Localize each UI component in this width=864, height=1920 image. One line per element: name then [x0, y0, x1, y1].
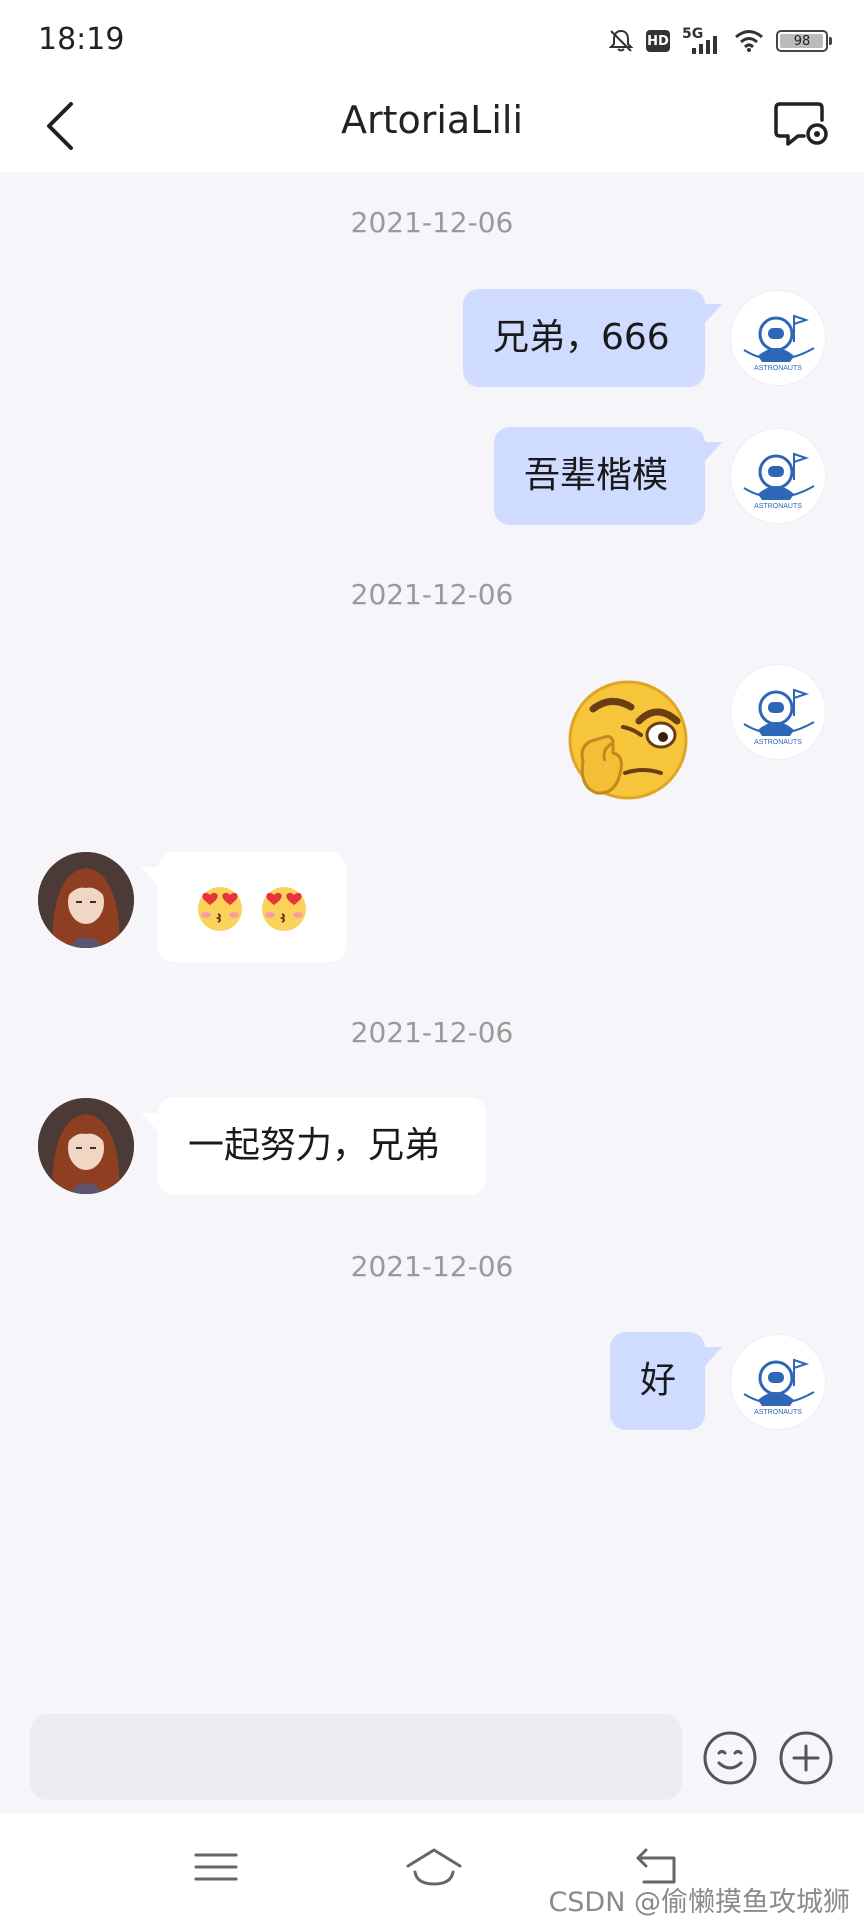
astronaut-logo-icon: ASTRONAUTS — [743, 688, 815, 746]
astronaut-logo-icon: ASTRONAUTS — [743, 1358, 815, 1416]
astronaut-logo-text: ASTRONAUTS — [754, 503, 802, 510]
my-avatar[interactable]: ASTRONAUTS — [730, 428, 826, 524]
status-bar: 18:19 HD 5G 98 — [0, 0, 864, 80]
message-timestamp: 2021-12-06 — [350, 1250, 514, 1283]
chat-title: ArtoriaLili — [340, 98, 524, 142]
message-input[interactable] — [30, 1714, 682, 1800]
sticker-thinking-face[interactable] — [565, 677, 691, 803]
chat-settings-button[interactable] — [770, 92, 834, 156]
message-bubble-sent[interactable]: 兄弟，666 — [463, 289, 705, 387]
home-nav-button[interactable] — [404, 1842, 464, 1892]
thinking-face-sticker-icon — [568, 680, 688, 800]
message-bubble-received-emoji[interactable] — [158, 852, 346, 962]
bubble-tail — [141, 1113, 159, 1133]
battery-icon: 98 — [776, 30, 832, 52]
astronaut-logo-text: ASTRONAUTS — [754, 365, 802, 372]
chat-settings-icon — [774, 102, 828, 146]
bubble-tail — [704, 1347, 722, 1367]
astronaut-logo-text: ASTRONAUTS — [754, 1409, 802, 1416]
message-input-bar — [0, 1694, 864, 1814]
message-bubble-sent[interactable]: 好 — [610, 1332, 705, 1430]
astronaut-logo-text: ASTRONAUTS — [754, 739, 802, 746]
hd-icon: HD — [646, 30, 670, 52]
contact-avatar[interactable] — [38, 852, 134, 948]
more-options-button[interactable] — [778, 1730, 834, 1786]
emoji-button[interactable] — [702, 1730, 758, 1786]
anime-girl-avatar-icon — [38, 852, 134, 948]
csdn-watermark: CSDN @偷懒摸鱼攻城狮 — [548, 1887, 850, 1918]
bell-off-icon — [608, 28, 634, 54]
my-avatar[interactable]: ASTRONAUTS — [730, 1334, 826, 1430]
chat-header: ArtoriaLili — [0, 80, 864, 172]
smiley-icon — [703, 1731, 757, 1785]
message-timestamp: 2021-12-06 — [350, 1016, 514, 1049]
heart-eyes-emoji-icon — [262, 887, 306, 931]
home-icon — [406, 1848, 462, 1886]
status-icons: HD 5G 98 — [608, 24, 832, 58]
status-time: 18:19 — [38, 22, 125, 57]
menu-icon — [194, 1853, 238, 1881]
cellular-signal-icon: 5G — [682, 26, 722, 56]
bubble-tail — [704, 442, 722, 462]
heart-eyes-emoji-icon — [198, 887, 242, 931]
astronaut-logo-icon: ASTRONAUTS — [743, 314, 815, 372]
my-avatar[interactable]: ASTRONAUTS — [730, 290, 826, 386]
wifi-icon — [734, 29, 764, 53]
astronaut-logo-icon: ASTRONAUTS — [743, 452, 815, 510]
contact-avatar[interactable] — [38, 1098, 134, 1194]
message-bubble-received[interactable]: 一起努力，兄弟 — [158, 1097, 486, 1195]
bubble-tail — [141, 867, 159, 887]
my-avatar[interactable]: ASTRONAUTS — [730, 664, 826, 760]
bubble-tail — [704, 304, 722, 324]
message-timestamp: 2021-12-06 — [350, 578, 514, 611]
anime-girl-avatar-icon — [38, 1098, 134, 1194]
battery-level: 98 — [793, 33, 811, 49]
message-timestamp: 2021-12-06 — [350, 206, 514, 239]
plus-circle-icon — [779, 1731, 833, 1785]
message-bubble-sent[interactable]: 吾辈楷模 — [494, 427, 705, 525]
menu-nav-button[interactable] — [186, 1842, 246, 1892]
